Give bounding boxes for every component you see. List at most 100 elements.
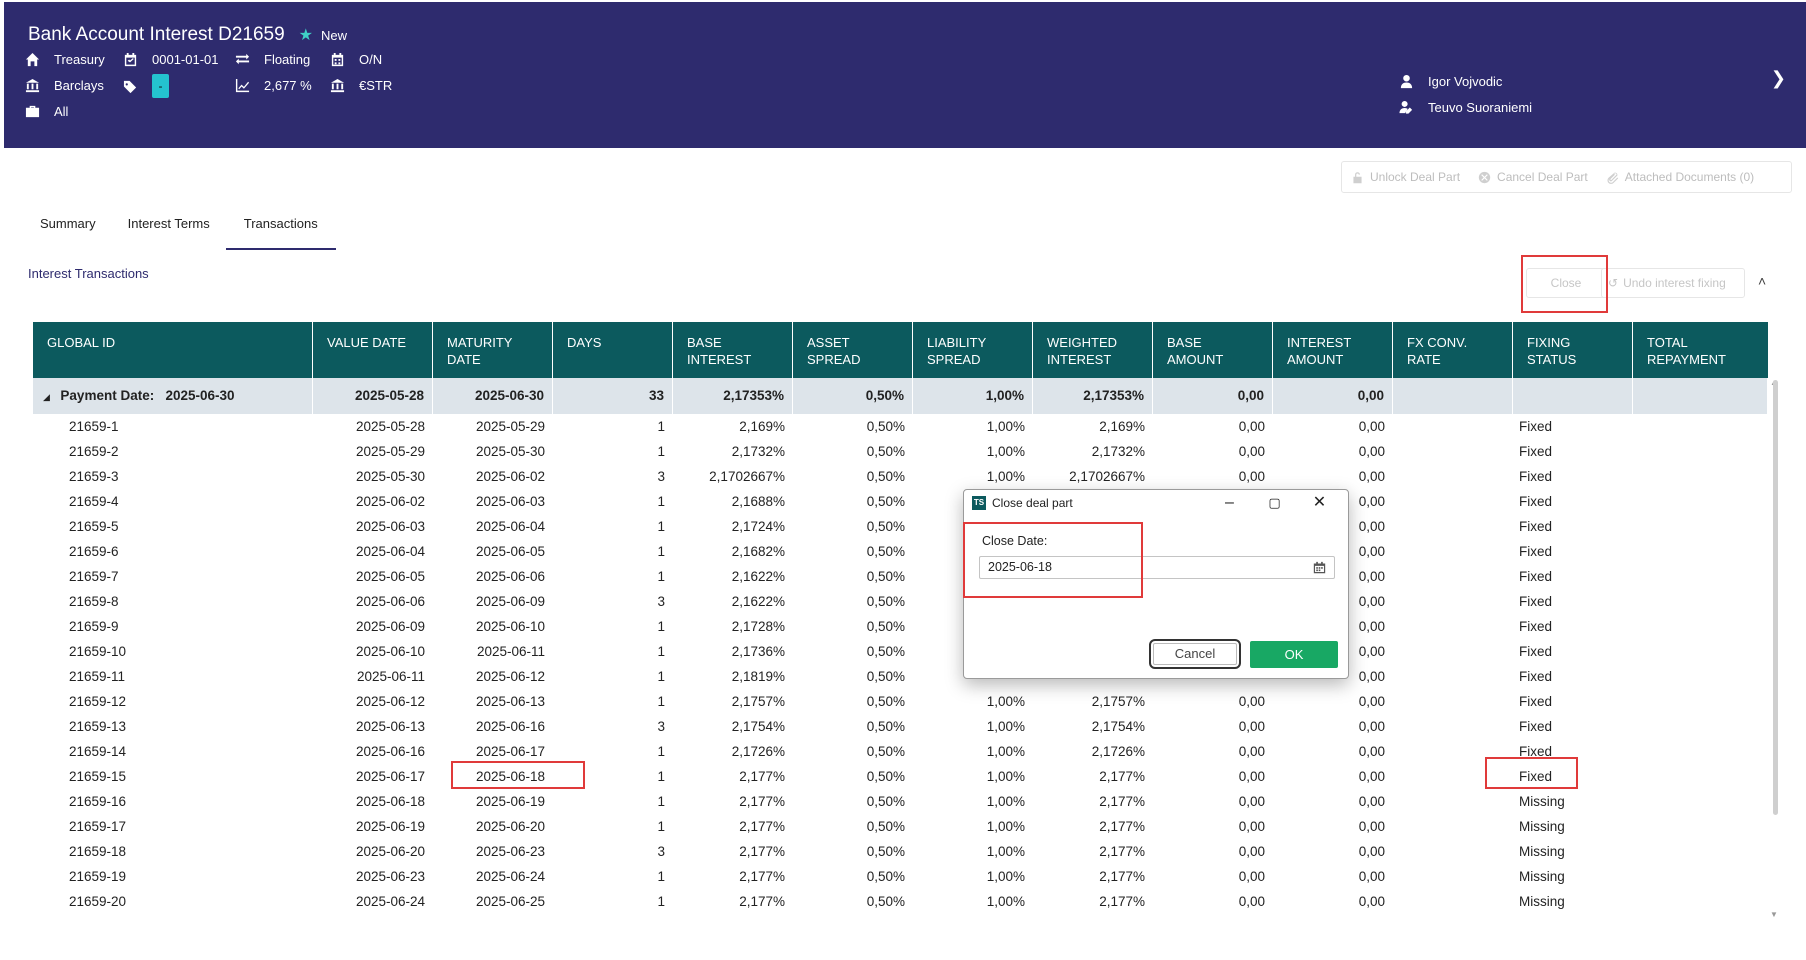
table-cell: 2025-06-05 xyxy=(475,544,545,559)
institution-icon xyxy=(329,77,345,93)
tag-badge[interactable]: - xyxy=(152,74,169,98)
cancel-button[interactable]: Cancel xyxy=(1149,639,1241,669)
table-row[interactable]: 21659-7 2025-06-05 2025-06-06 1 2,1622% 0,50%… xyxy=(33,564,1768,589)
chevron-right-icon[interactable]: ❯ xyxy=(1771,68,1786,89)
table-cell xyxy=(1393,564,1513,589)
fixing-status-cell: Fixed xyxy=(1519,444,1553,459)
table-row[interactable]: 21659-11 2025-06-11 2025-06-12 1 2,1819% 0,50… xyxy=(33,664,1768,689)
column-header-base-interest[interactable]: BASE INTEREST xyxy=(673,322,793,378)
table-row[interactable]: 21659-6 2025-06-04 2025-06-05 1 2,1682% 0,50%… xyxy=(33,539,1768,564)
column-header-fixing-status[interactable]: FIXING STATUS xyxy=(1513,322,1633,378)
table-cell: 0,00 xyxy=(1358,469,1385,484)
cancel-deal-part-button[interactable]: Cancel Deal Part xyxy=(1469,170,1597,184)
table-row[interactable]: 21659-2 2025-05-29 2025-05-30 1 2,1732% 0,50%… xyxy=(33,439,1768,464)
table-cell: 0,50% xyxy=(866,719,905,734)
table-cell: 1 xyxy=(657,894,665,909)
table-row[interactable]: 21659-1 2025-05-28 2025-05-29 1 2,169% 0,50% 1… xyxy=(33,414,1768,439)
maximize-icon[interactable]: ▢ xyxy=(1252,492,1297,514)
table-cell: 1,00% xyxy=(986,794,1025,809)
chart-line-icon xyxy=(234,77,250,93)
table-cell: 0,50% xyxy=(866,844,905,859)
tab-interest-terms[interactable]: Interest Terms xyxy=(112,200,226,250)
undo-interest-fixing-button[interactable]: ↺ Undo interest fixing xyxy=(1601,268,1745,298)
table-row[interactable]: 21659-10 2025-06-10 2025-06-11 1 2,1736% 0,50… xyxy=(33,639,1768,664)
scope-info: All xyxy=(24,103,68,119)
column-header-weighted-interest[interactable]: WEIGHTED INTEREST xyxy=(1033,322,1153,378)
attached-documents-button[interactable]: Attached Documents (0) xyxy=(1597,170,1763,184)
table-cell xyxy=(1633,414,1768,439)
ok-button[interactable]: OK xyxy=(1250,641,1338,668)
table-row[interactable]: 21659-18 2025-06-20 2025-06-23 3 2,177% 0,50%… xyxy=(33,839,1768,864)
chevron-up-icon[interactable]: ˄ xyxy=(1758,273,1766,289)
table-cell: 2,1732% xyxy=(731,444,785,459)
table-cell: 2025-06-20 xyxy=(475,819,545,834)
fixing-status-cell: Fixed xyxy=(1519,769,1553,784)
table-cell: 0,50% xyxy=(866,544,905,559)
global-id-cell: 21659-17 xyxy=(69,819,127,834)
table-row[interactable]: 21659-15 2025-06-17 2025-06-18 1 2,177% 0,50%… xyxy=(33,764,1768,789)
table-cell: 2,177% xyxy=(739,869,785,884)
table-row[interactable]: 21659-14 2025-06-16 2025-06-17 1 2,1726% 0,50… xyxy=(33,739,1768,764)
tab-transactions[interactable]: Transactions xyxy=(225,200,336,250)
table-cell: 1 xyxy=(657,869,665,884)
rate-type-value: Floating xyxy=(264,51,311,67)
column-header-interest-amount[interactable]: INTEREST AMOUNT xyxy=(1273,322,1393,378)
table-cell: 1 xyxy=(657,744,665,759)
table-row[interactable]: 21659-4 2025-06-02 2025-06-03 1 2,1688% 0,50%… xyxy=(33,489,1768,514)
column-header-liability-spread[interactable]: LIABILITY SPREAD xyxy=(913,322,1033,378)
calendar-icon[interactable] xyxy=(1313,561,1326,574)
minimize-icon[interactable]: – xyxy=(1207,492,1252,514)
column-header-value-date[interactable]: VALUE DATE xyxy=(313,322,433,378)
tenor-info: O/N xyxy=(329,51,382,67)
star-icon[interactable]: ★ xyxy=(299,25,313,45)
global-id-cell: 21659-1 xyxy=(69,419,119,434)
table-cell: 0,50% xyxy=(866,644,905,659)
collapse-group-icon[interactable]: ◢ xyxy=(43,392,52,402)
global-id-cell: 21659-5 xyxy=(69,519,119,534)
table-row[interactable]: 21659-13 2025-06-13 2025-06-16 3 2,1754% 0,50… xyxy=(33,714,1768,739)
table-row[interactable]: 21659-17 2025-06-19 2025-06-20 1 2,177% 0,50%… xyxy=(33,814,1768,839)
table-cell: 0,50% xyxy=(866,469,905,484)
table-row[interactable]: 21659-3 2025-05-30 2025-06-02 3 2,1702667% 0,… xyxy=(33,464,1768,489)
portfolio-value: Treasury xyxy=(54,51,105,67)
table-cell: 2025-06-13 xyxy=(475,694,545,709)
interest-transactions-table: GLOBAL ID VALUE DATE MATURITY DATE DAYS BASE… xyxy=(33,322,1768,914)
column-header-base-amount[interactable]: BASE AMOUNT xyxy=(1153,322,1273,378)
table-cell: 2025-06-16 xyxy=(355,744,425,759)
tab-summary[interactable]: Summary xyxy=(24,200,112,250)
table-row[interactable]: 21659-9 2025-06-09 2025-06-10 1 2,1728% 0,50%… xyxy=(33,614,1768,639)
table-cell: 2,177% xyxy=(739,844,785,859)
column-header-days[interactable]: DAYS xyxy=(553,322,673,378)
scroll-down-icon[interactable]: ▼ xyxy=(1770,910,1778,919)
global-id-cell: 21659-4 xyxy=(69,494,119,509)
close-button[interactable]: Close xyxy=(1526,268,1606,298)
unlock-deal-part-button[interactable]: Unlock Deal Part xyxy=(1342,170,1469,184)
unlock-icon xyxy=(1353,171,1362,183)
table-cell: 1 xyxy=(657,669,665,684)
payment-group-row[interactable]: ◢ Payment Date: 2025-06-30 2025-05-28 2025… xyxy=(33,378,1768,414)
global-id-cell: 21659-11 xyxy=(69,669,126,684)
dialog-title: Close deal part xyxy=(992,496,1073,510)
table-row[interactable]: 21659-5 2025-06-03 2025-06-04 1 2,1724% 0,50%… xyxy=(33,514,1768,539)
close-date-input[interactable]: 2025-06-18 xyxy=(979,556,1335,579)
table-row[interactable]: 21659-16 2025-06-18 2025-06-19 1 2,177% 0,50%… xyxy=(33,789,1768,814)
column-header-fx-conv-rate[interactable]: FX CONV. RATE xyxy=(1393,322,1513,378)
table-cell: 2,1754% xyxy=(731,719,785,734)
global-id-cell: 21659-13 xyxy=(69,719,127,734)
group-cell: 2,17353% xyxy=(673,378,793,414)
table-row[interactable]: 21659-8 2025-06-06 2025-06-09 3 2,1622% 0,50%… xyxy=(33,589,1768,614)
column-header-asset-spread[interactable]: ASSET SPREAD xyxy=(793,322,913,378)
column-header-global-id[interactable]: GLOBAL ID xyxy=(33,322,313,378)
window-controls: – ▢ ✕ xyxy=(1207,492,1342,514)
column-header-maturity-date[interactable]: MATURITY DATE xyxy=(433,322,553,378)
table-row[interactable]: 21659-19 2025-06-23 2025-06-24 1 2,177% 0,50%… xyxy=(33,864,1768,889)
column-header-total-repayment[interactable]: TOTAL REPAYMENT xyxy=(1633,322,1768,378)
table-scrollbar[interactable] xyxy=(1773,380,1778,815)
table-row[interactable]: 21659-20 2025-06-24 2025-06-25 1 2,177% 0,50%… xyxy=(33,889,1768,914)
table-cell xyxy=(1633,714,1768,739)
table-cell: 1 xyxy=(657,494,665,509)
table-row[interactable]: 21659-12 2025-06-12 2025-06-13 1 2,1757% 0,50… xyxy=(33,689,1768,714)
scope-value: All xyxy=(54,103,69,119)
table-header-row: GLOBAL ID VALUE DATE MATURITY DATE DAYS BASE… xyxy=(33,322,1768,378)
close-icon[interactable]: ✕ xyxy=(1297,492,1342,514)
